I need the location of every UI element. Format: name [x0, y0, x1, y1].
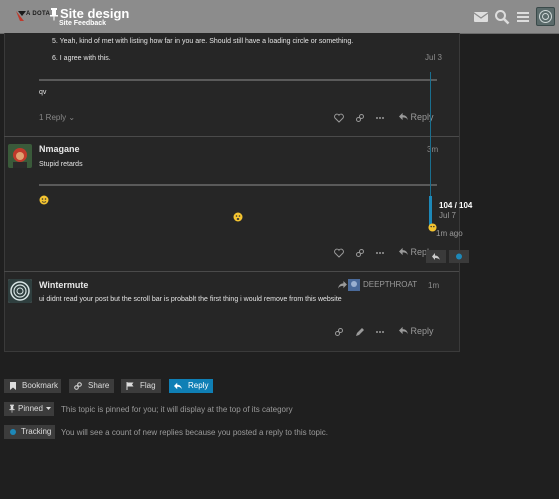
search-icon[interactable]: [494, 9, 510, 25]
avatar-image-icon: [539, 10, 552, 23]
list-item: 5. Yeah, kind of met with listing how fa…: [52, 38, 354, 45]
more-icon[interactable]: [375, 327, 385, 337]
bookmark-label: Bookmark: [22, 381, 59, 390]
like-icon[interactable]: [334, 248, 344, 258]
topic-title[interactable]: Site design: [60, 6, 129, 21]
bookmark-button[interactable]: Bookmark: [4, 379, 61, 393]
divider: [39, 79, 437, 81]
post-body: Stupid retards: [39, 161, 83, 168]
reply-topic-button[interactable]: Reply: [169, 379, 213, 393]
user-avatar[interactable]: [536, 7, 555, 26]
link-icon[interactable]: [334, 327, 344, 337]
timeline-reply-button[interactable]: [426, 250, 446, 263]
more-icon[interactable]: [375, 113, 385, 123]
hamburger-menu-icon[interactable]: [515, 9, 531, 25]
wintermute-avatar-icon: [8, 279, 32, 303]
timeline-handle[interactable]: [429, 196, 432, 226]
bookmark-icon: [10, 382, 16, 390]
edit-icon[interactable]: [355, 327, 365, 337]
reply-to-username: DEEPTHROAT: [363, 280, 418, 289]
timeline-date: Jul 7: [439, 211, 456, 220]
replies-toggle[interactable]: 1 Reply ⌄: [39, 113, 75, 122]
post-body: qv: [39, 89, 47, 96]
share-button[interactable]: Share: [69, 379, 114, 393]
link-icon[interactable]: [355, 113, 365, 123]
post-separator: [4, 271, 459, 272]
reply-arrow-icon: [432, 253, 440, 260]
post-date[interactable]: 1m: [428, 281, 439, 290]
tracking-label: Tracking: [21, 427, 52, 436]
logo-text: A DOTA: [26, 11, 51, 17]
reply-topic-label: Reply: [188, 381, 209, 390]
username[interactable]: Nmagane: [39, 144, 80, 154]
pinned-dropdown[interactable]: Pinned: [4, 402, 54, 416]
flag-label: Flag: [140, 381, 156, 390]
category-link[interactable]: Site Feedback: [59, 20, 106, 27]
timeline-notification-button[interactable]: [449, 250, 469, 263]
post-separator: [4, 136, 459, 137]
avatar[interactable]: [8, 279, 32, 303]
reply-arrow-icon: [399, 247, 408, 256]
pin-icon: [50, 8, 58, 21]
emoji-icon: [39, 195, 49, 205]
reply-button-label: Reply: [410, 326, 434, 336]
tracking-dropdown[interactable]: Tracking: [4, 425, 55, 439]
tracking-dot-icon: [456, 253, 462, 260]
reply-button[interactable]: Reply: [399, 326, 434, 336]
reply-button[interactable]: Reply: [399, 112, 434, 122]
reply-arrow-icon: [174, 382, 182, 390]
mail-icon[interactable]: [473, 9, 489, 25]
post-date[interactable]: 3m: [427, 145, 438, 154]
timeline-ago: 1m ago: [436, 229, 463, 238]
replies-toggle-label: 1 Reply: [39, 113, 67, 122]
post-body: ui didnt read your post but the scroll b…: [39, 296, 342, 303]
divider: [39, 184, 437, 186]
username[interactable]: Wintermute: [39, 280, 88, 290]
emoji-icon: [233, 212, 243, 222]
site-header: A DOTA Site design Site Feedback: [0, 0, 559, 34]
pinned-label: Pinned: [18, 404, 43, 413]
flag-icon: [126, 382, 134, 390]
more-icon[interactable]: [375, 248, 385, 258]
list-item: 6. I agree with this.: [52, 55, 111, 62]
tracking-dot-icon: [10, 429, 16, 435]
pinned-note: This topic is pinned for you; it will di…: [61, 405, 293, 414]
like-icon[interactable]: [334, 113, 344, 123]
nmagane-avatar-icon: [8, 144, 32, 168]
reply-to-avatar-icon: [348, 279, 360, 291]
share-label: Share: [88, 381, 110, 390]
post-date[interactable]: Jul 3: [425, 53, 442, 62]
reply-arrow-icon: [399, 112, 408, 121]
link-icon[interactable]: [355, 248, 365, 258]
chevron-down-icon: [46, 407, 51, 410]
share-arrow-icon: [338, 281, 347, 289]
pin-icon: [9, 404, 15, 413]
avatar[interactable]: [8, 144, 32, 168]
timeline-position: 104 / 104: [439, 201, 473, 210]
flag-button[interactable]: Flag: [121, 379, 161, 393]
reply-arrow-icon: [399, 326, 408, 335]
link-icon: [74, 382, 82, 390]
tracking-note: You will see a count of new replies beca…: [61, 428, 328, 437]
